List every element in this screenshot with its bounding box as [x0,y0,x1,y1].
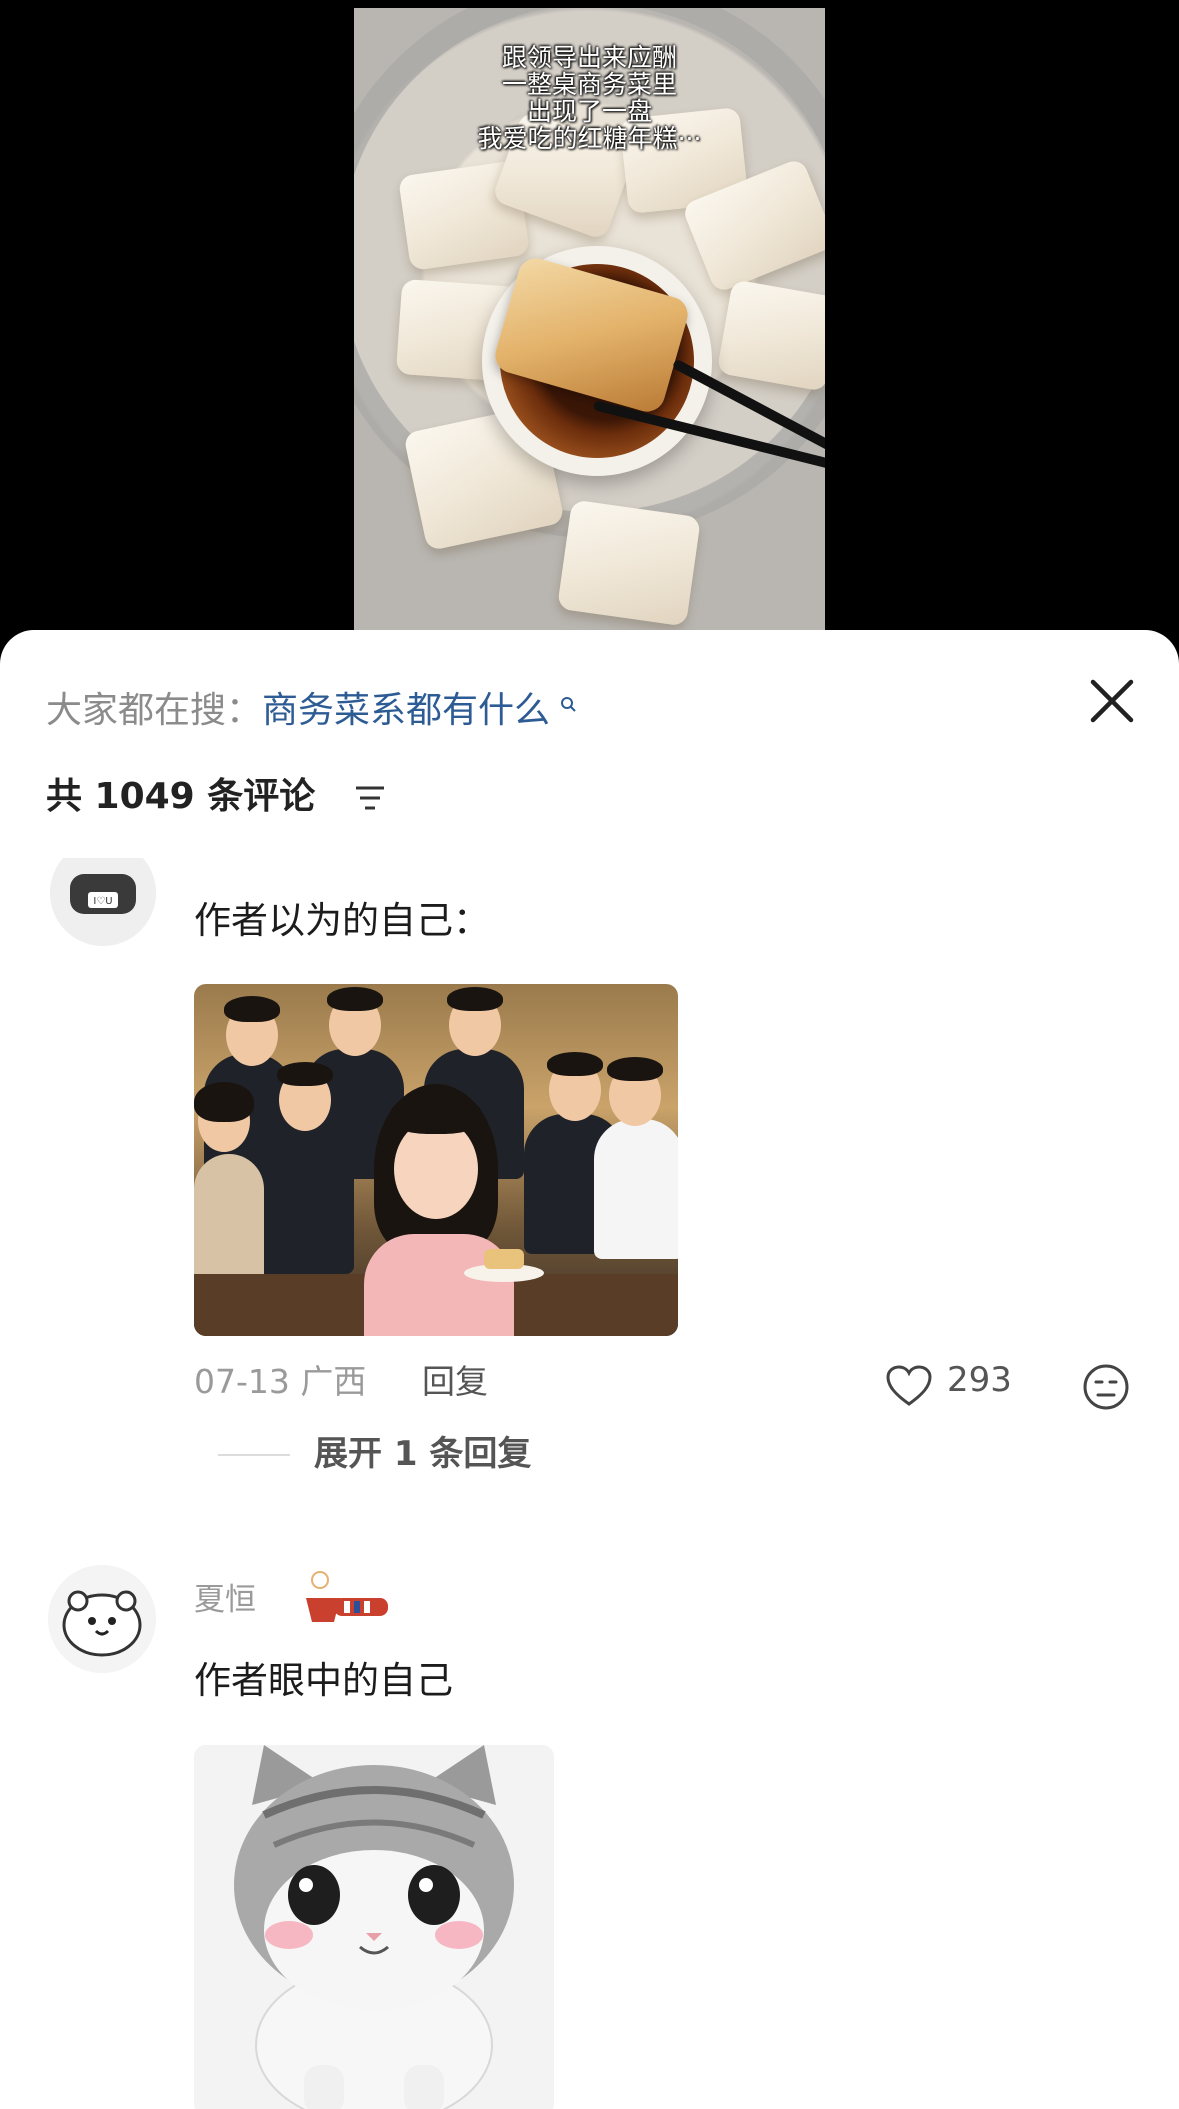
comment-text: 作者眼中的自己 [194,1659,453,1702]
video-caption: 跟领导出来应酬 一整桌商务菜里 出现了一盘 我爱吃的红糖年糕··· [354,44,825,152]
heart-icon [886,1365,932,1406]
like-button[interactable]: 293 [885,1360,1015,1408]
svg-text:I♡U: I♡U [93,896,112,907]
comment-image[interactable] [194,984,678,1336]
expand-replies-button[interactable]: 展开 1 条回复 [314,1431,531,1477]
sort-icon[interactable] [354,783,386,813]
rice-cake [556,499,702,627]
caption-line: 出现了一盘 [526,97,652,126]
username[interactable]: 夏恒 [194,1580,256,1620]
like-count: 293 [947,1360,1012,1400]
avatar[interactable]: I♡U [50,858,156,946]
caption-line: 一整桌商务菜里 [501,70,677,99]
reply-button[interactable]: 回复 [422,1360,488,1404]
badge-icon [300,1568,396,1626]
video-area[interactable]: 跟领导出来应酬 一整桌商务菜里 出现了一盘 我爱吃的红糖年糕··· [0,0,1179,640]
search-prefix: 大家都在搜： [46,690,263,731]
emoji-icon[interactable] [1082,1363,1130,1411]
search-suggestion[interactable]: 大家都在搜：商务菜系都有什么 [46,686,578,736]
caption-line: 我爱吃的红糖年糕··· [477,124,702,153]
close-icon[interactable] [1083,672,1141,730]
cat-sticker-image[interactable] [194,1745,554,2109]
avatar[interactable] [48,1565,156,1673]
search-term-link[interactable]: 商务菜系都有什么 [262,690,550,731]
rice-cake [716,279,825,392]
comment-meta: 07-13 广西 [194,1360,366,1404]
search-icon [554,697,578,723]
comment-count: 共 1049 条评论 [46,776,316,817]
divider [218,1454,290,1456]
comment-sheet: 大家都在搜：商务菜系都有什么 共 1049 条评论 I♡U 作者以为的自己： 0… [0,630,1179,2109]
comment-date: 07-13 [194,1362,290,1401]
comment-text: 作者以为的自己： [194,899,490,942]
caption-line: 跟领导出来应酬 [501,43,677,72]
comment-location: 广西 [300,1362,367,1401]
